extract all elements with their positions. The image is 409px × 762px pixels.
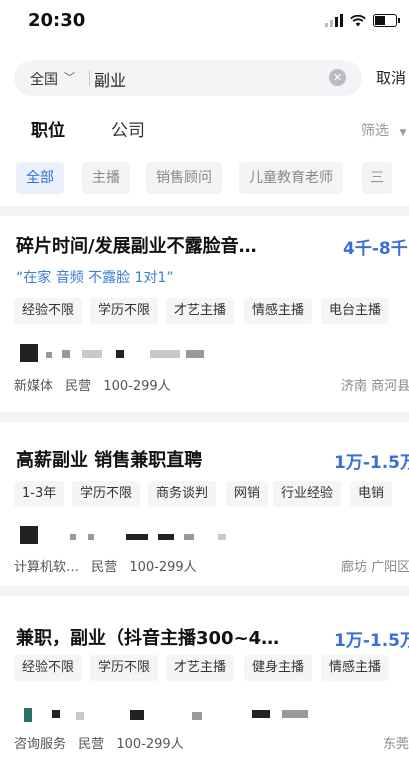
company-info: 计算机软… 民营 100-299人 [14, 556, 197, 575]
job-title: 碎片时间/发展副业不露脸音… [16, 236, 257, 257]
company-type: 计算机软… [14, 560, 80, 575]
job-tag: 学历不限 [90, 298, 159, 324]
company-size: 100-299人 [129, 560, 197, 575]
chevron-down-icon[interactable]: ﹀ [64, 69, 75, 85]
chip-child-education-teacher[interactable]: 儿童教育老师 [239, 162, 343, 194]
company-info: 咨询服务 民营 100-299人 [14, 733, 184, 752]
search-header: 全国 ﹀ 副业 ✕ 取消 职位 公司 筛选 ▼ 全部 主播 销售顾问 儿童教育老… [0, 46, 409, 206]
company-size: 100-299人 [116, 737, 184, 752]
tab-jobs[interactable]: 职位 [31, 116, 65, 141]
job-tag: 情感主播 [321, 655, 390, 681]
company-type: 咨询服务 [14, 737, 67, 752]
job-tag: 健身主播 [244, 655, 313, 681]
cancel-button[interactable]: 取消 [376, 67, 406, 88]
job-tag: 电台主播 [321, 298, 390, 324]
result-tabs: 职位 公司 [0, 116, 409, 146]
job-tag: 电销 [350, 481, 393, 507]
status-icons [325, 14, 400, 27]
wifi-icon [350, 14, 366, 26]
company-size: 100-299人 [103, 379, 171, 394]
company-info: 新媒体 民营 100-299人 [14, 375, 171, 394]
company-ownership: 民营 [65, 379, 92, 394]
job-location: 济南 商河县 [341, 379, 409, 394]
status-time: 20:30 [28, 10, 86, 31]
company-ownership: 民营 [91, 560, 118, 575]
job-salary: 1万-1.5万 [334, 631, 409, 651]
search-divider [89, 70, 90, 86]
clear-icon[interactable]: ✕ [329, 69, 346, 86]
chip-all[interactable]: 全部 [16, 162, 64, 194]
job-tag: 学历不限 [72, 481, 141, 507]
search-input[interactable]: 副业 [94, 67, 126, 91]
region-selector[interactable]: 全国 [30, 69, 58, 89]
tab-companies[interactable]: 公司 [111, 116, 145, 141]
status-bar: 20:30 [0, 0, 409, 46]
job-card[interactable]: 兼职，副业（抖音主播300~4… 1万-1.5万 经验不限 学历不限 才艺主播 … [0, 596, 409, 762]
job-title: 高薪副业 销售兼职直聘 [16, 450, 203, 471]
company-type: 新媒体 [14, 379, 54, 394]
search-bar[interactable]: 全国 ﹀ 副业 ✕ [14, 60, 362, 96]
category-chips: 全部 主播 销售顾问 儿童教育老师 三 [0, 162, 409, 194]
battery-icon [373, 14, 400, 27]
filter-button[interactable]: 筛选 ▼ [361, 120, 406, 140]
chip-anchor[interactable]: 主播 [82, 162, 130, 194]
job-tag: 才艺主播 [166, 298, 235, 324]
job-tag: 1-3年 [14, 481, 65, 507]
job-card[interactable]: 高薪副业 销售兼职直聘 1万-1.5万 1-3年 学历不限 商务谈判 网销 行业… [0, 422, 409, 586]
filter-caret-icon: ▼ [399, 128, 407, 138]
job-tag: 经验不限 [14, 298, 83, 324]
job-tag: 行业经验 [273, 481, 342, 507]
job-highlight: “在家 音频 不露脸 1对1” [16, 270, 174, 286]
job-location: 廊坊 广阳区 [341, 560, 409, 575]
job-tag: 商务谈判 [148, 481, 217, 507]
job-tag: 网销 [226, 481, 269, 507]
signal-icon [325, 14, 343, 27]
job-tag: 才艺主播 [166, 655, 235, 681]
battery-level [375, 16, 385, 25]
job-tag: 经验不限 [14, 655, 83, 681]
chip-sales-consultant[interactable]: 销售顾问 [146, 162, 222, 194]
job-title: 兼职，副业（抖音主播300~4… [16, 628, 280, 649]
job-salary: 4千-8千 [343, 239, 408, 259]
job-salary: 1万-1.5万 [334, 453, 409, 473]
more-chips-icon[interactable]: 三 [362, 162, 392, 194]
job-location: 东莞 [383, 737, 409, 752]
filter-label: 筛选 [361, 123, 389, 139]
company-ownership: 民营 [78, 737, 105, 752]
job-tag: 学历不限 [90, 655, 159, 681]
job-card[interactable]: 碎片时间/发展副业不露脸音… 4千-8千 “在家 音频 不露脸 1对1” 经验不… [0, 216, 409, 412]
job-tag: 情感主播 [244, 298, 313, 324]
